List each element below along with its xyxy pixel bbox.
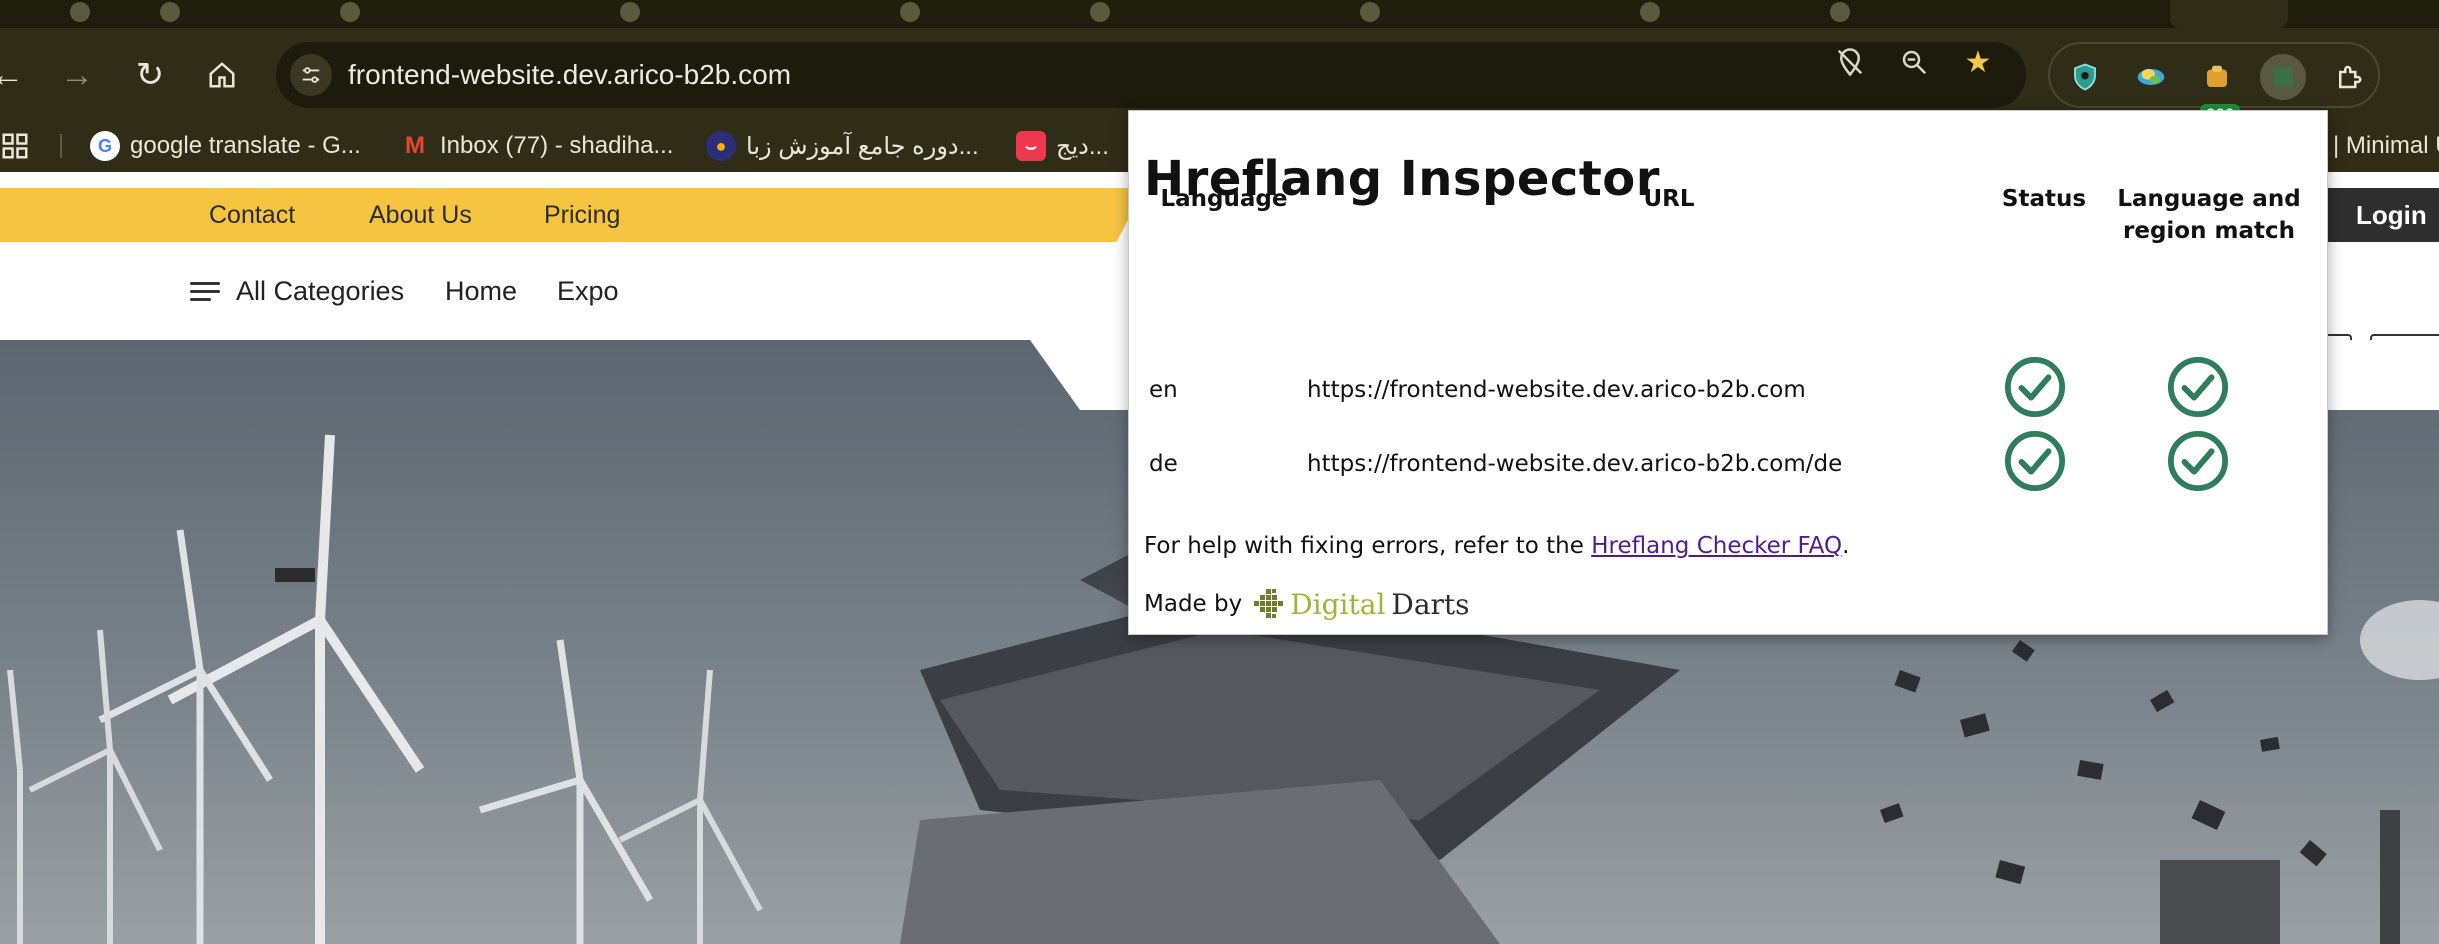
- tab-favicon[interactable]: [1830, 2, 1850, 22]
- address-bar[interactable]: frontend-website.dev.arico-b2b.com: [276, 42, 2026, 108]
- hreflang-extension-icon[interactable]: [2260, 54, 2306, 100]
- tab-strip: [0, 0, 2439, 28]
- logo-word-darts: Darts: [1391, 587, 1470, 621]
- address-url[interactable]: frontend-website.dev.arico-b2b.com: [348, 42, 791, 108]
- tab-favicon[interactable]: [160, 2, 180, 22]
- faq-link[interactable]: Hreflang Checker FAQ: [1591, 533, 1842, 559]
- bookmark-label: دوره جامع آموزش زبا...: [746, 132, 979, 160]
- bookmark-gmail-inbox[interactable]: M Inbox (77) - shadiha...: [400, 120, 673, 172]
- row-de-match-check-icon: [2167, 430, 2229, 492]
- made-by: Made by Digital Darts: [1144, 587, 1470, 621]
- row-de-language: de: [1149, 451, 1178, 477]
- extensions-area: [2048, 42, 2380, 108]
- header-match-line1: Language and: [2117, 186, 2301, 212]
- tab-favicon[interactable]: [620, 2, 640, 22]
- bookmark-star-icon[interactable]: ★: [1958, 42, 1998, 82]
- contact-link[interactable]: Contact: [209, 188, 295, 242]
- home-link[interactable]: Home: [445, 242, 517, 340]
- bookmark-label: دیج...: [1056, 132, 1109, 160]
- help-suffix: .: [1842, 533, 1850, 559]
- reload-icon[interactable]: ↻: [125, 50, 175, 100]
- tab-favicon[interactable]: [1360, 2, 1380, 22]
- bookmark-label: google translate - G...: [130, 132, 361, 159]
- location-blocked-icon[interactable]: [1830, 42, 1870, 82]
- bookmark-course[interactable]: ● دوره جامع آموزش زبا...: [706, 120, 979, 172]
- about-us-link[interactable]: About Us: [369, 188, 472, 242]
- gmail-icon: M: [405, 132, 425, 159]
- digikala-icon: ⌣: [1016, 131, 1046, 161]
- help-prefix: For help with fixing errors, refer to th…: [1144, 533, 1592, 559]
- tab-favicon[interactable]: [1640, 2, 1660, 22]
- counter-extension-icon[interactable]: [2194, 54, 2240, 100]
- hreflang-inspector-popup: Hreflang Inspector Language URL Status L…: [1128, 110, 2328, 635]
- bookmark-label: | Minimal U: [2333, 132, 2439, 159]
- home-icon[interactable]: [197, 50, 247, 100]
- bookmark-label: Inbox (77) - shadiha...: [440, 132, 674, 159]
- row-en-language: en: [1149, 377, 1178, 403]
- site-settings-icon[interactable]: [290, 54, 332, 96]
- active-tab[interactable]: [2170, 0, 2288, 28]
- bookmarks-separator: [60, 134, 62, 158]
- logo-word-digital: Digital: [1290, 587, 1386, 621]
- header-language: Language: [1160, 186, 1288, 212]
- tab-favicon[interactable]: [900, 2, 920, 22]
- bookmark-google-translate[interactable]: G google translate - G...: [90, 120, 361, 172]
- course-icon: ●: [706, 131, 736, 161]
- help-text: For help with fixing errors, refer to th…: [1144, 533, 1849, 559]
- forward-arrow-icon[interactable]: →: [52, 50, 102, 100]
- header-status: Status: [2001, 186, 2087, 212]
- all-categories-menu[interactable]: All Categories: [190, 242, 404, 340]
- puzzle-extensions-icon[interactable]: [2326, 54, 2372, 100]
- google-icon: G: [90, 131, 120, 161]
- shield-extension-icon[interactable]: [2062, 54, 2108, 100]
- browser-toolbar: ← → ↻ frontend-website.dev.arico-b2b.com…: [0, 28, 2439, 126]
- back-arrow-icon[interactable]: ←: [0, 50, 32, 100]
- login-button[interactable]: Login: [2356, 188, 2427, 242]
- made-by-label: Made by: [1144, 591, 1243, 617]
- globe-extension-icon[interactable]: [2128, 54, 2174, 100]
- pricing-link[interactable]: Pricing: [544, 188, 620, 242]
- tab-favicon[interactable]: [70, 2, 90, 22]
- apps-grid-icon[interactable]: [0, 120, 30, 172]
- zoom-icon[interactable]: [1894, 42, 1934, 82]
- row-de-status-check-icon: [2004, 430, 2066, 492]
- bookmark-digikala[interactable]: ⌣ دیج...: [1016, 120, 1109, 172]
- expo-link[interactable]: Expo: [557, 242, 619, 340]
- all-categories-label: All Categories: [236, 276, 405, 306]
- header-match: Language and region match: [2109, 183, 2309, 247]
- digital-darts-mark-icon: [1254, 589, 1284, 618]
- header-url: URL: [1643, 186, 1695, 212]
- row-de-url: https://frontend-website.dev.arico-b2b.c…: [1307, 451, 1843, 477]
- hamburger-icon: [190, 277, 220, 306]
- digital-darts-logo[interactable]: Digital Darts: [1252, 587, 1470, 621]
- row-en-url: https://frontend-website.dev.arico-b2b.c…: [1307, 377, 1806, 403]
- tab-favicon[interactable]: [340, 2, 360, 22]
- row-en-match-check-icon: [2167, 356, 2229, 418]
- row-en-status-check-icon: [2004, 356, 2066, 418]
- tab-favicon[interactable]: [1090, 2, 1110, 22]
- bookmark-minimal[interactable]: | Minimal U: [2333, 120, 2439, 172]
- header-match-line2: region match: [2123, 218, 2295, 244]
